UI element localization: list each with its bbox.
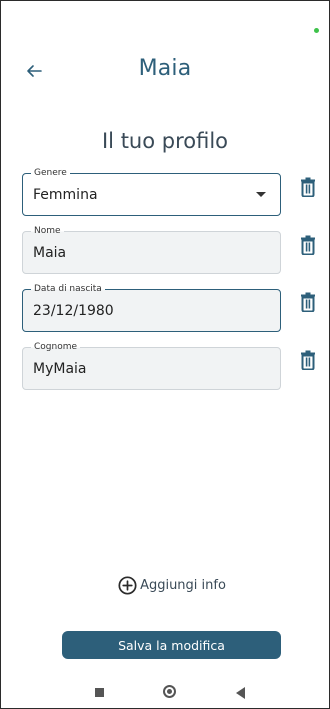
delete-birth-date-button[interactable] bbox=[299, 292, 319, 314]
trash-icon bbox=[301, 177, 315, 198]
chevron-down-icon bbox=[256, 192, 266, 197]
add-info-label: Aggiungi info bbox=[140, 578, 226, 593]
field-value-first-name: Maia bbox=[33, 245, 67, 261]
home-icon[interactable] bbox=[163, 685, 176, 698]
trash-icon bbox=[301, 235, 315, 256]
field-label-gender: Genere bbox=[31, 167, 70, 179]
delete-last-name-button[interactable] bbox=[299, 350, 319, 372]
section-title: Il tuo profilo bbox=[101, 129, 229, 153]
recent-apps-icon[interactable] bbox=[95, 688, 104, 697]
system-nav-bar bbox=[1, 683, 329, 703]
birth-date-field[interactable]: Data di nascita 23/12/1980 bbox=[22, 283, 281, 332]
trash-icon bbox=[301, 292, 315, 313]
field-label-first-name: Nome bbox=[31, 225, 64, 237]
delete-first-name-button[interactable] bbox=[299, 235, 319, 257]
field-value-gender: Femmina bbox=[33, 187, 98, 203]
app-screen: Maia Il tuo profilo Genere Femmina Nome … bbox=[0, 0, 330, 709]
delete-gender-button[interactable] bbox=[299, 177, 319, 199]
page-title: Maia bbox=[138, 56, 192, 81]
save-changes-button[interactable]: Salva la modifica bbox=[62, 631, 281, 659]
field-value-last-name: MyMaia bbox=[33, 361, 87, 377]
first-name-field[interactable]: Nome Maia bbox=[22, 225, 281, 274]
field-label-last-name: Cognome bbox=[31, 341, 81, 353]
top-app-bar: Maia bbox=[1, 56, 329, 88]
field-value-birth-date: 23/12/1980 bbox=[33, 303, 114, 319]
gender-select[interactable]: Genere Femmina bbox=[22, 167, 281, 216]
trash-icon bbox=[301, 350, 315, 371]
back-icon[interactable] bbox=[236, 687, 245, 699]
last-name-field[interactable]: Cognome MyMaia bbox=[22, 341, 281, 390]
status-indicator-dot bbox=[314, 28, 319, 33]
field-label-birth-date: Data di nascita bbox=[31, 283, 105, 295]
plus-circle-icon bbox=[118, 576, 137, 595]
add-info-button[interactable]: Aggiungi info bbox=[1, 576, 329, 599]
